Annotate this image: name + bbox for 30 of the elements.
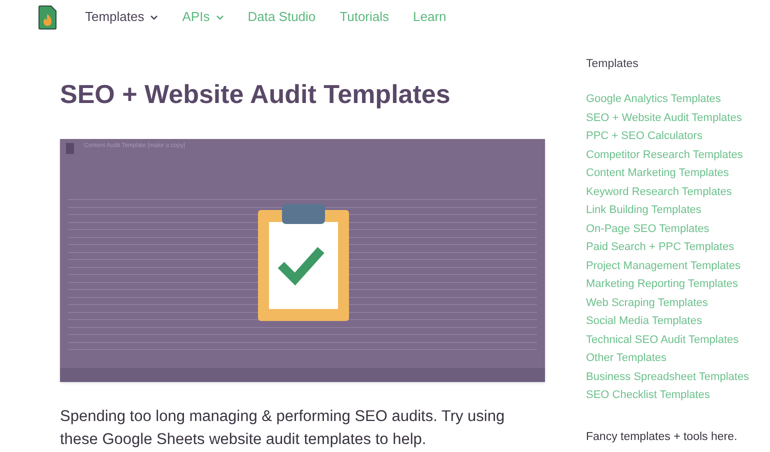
clipboard-check-icon bbox=[257, 204, 350, 322]
sidebar-link[interactable]: Link Building Templates bbox=[586, 201, 702, 220]
sidebar-link[interactable]: Project Management Templates bbox=[586, 256, 740, 275]
sidebar-link[interactable]: Keyword Research Templates bbox=[586, 182, 732, 201]
logo-icon[interactable] bbox=[38, 4, 57, 30]
nav-link[interactable]: Learn bbox=[413, 7, 446, 27]
page-heading: SEO + Website Audit Templates bbox=[60, 78, 452, 110]
sidebar-link[interactable]: On-Page SEO Templates bbox=[586, 220, 710, 238]
sidebar-link[interactable]: Google Analytics Templates bbox=[586, 90, 721, 108]
sidebar-link[interactable]: Technical SEO Audit Templates bbox=[586, 330, 739, 349]
sidebar-link[interactable]: SEO Checklist Templates bbox=[586, 386, 710, 404]
nav-link[interactable]: APIs bbox=[182, 7, 224, 27]
chevron-down-icon bbox=[150, 14, 158, 20]
chevron-down-icon bbox=[216, 14, 224, 20]
sidebar-link[interactable]: Social Media Templates bbox=[586, 312, 702, 330]
intro-paragraph: Spending too long managing & performing SEO audits. Try using these Google Sheets website audit templates to help. bbox=[60, 407, 506, 450]
sidebar-link[interactable]: Competitor Research Templates bbox=[586, 146, 743, 164]
sidebar-heading: Templates bbox=[586, 57, 640, 72]
sidebar-link[interactable]: Web Scraping Templates bbox=[586, 294, 708, 312]
nav-link[interactable]: Tutorials bbox=[340, 7, 390, 27]
sidebar-link[interactable]: Business Spreadsheet Templates bbox=[586, 368, 750, 386]
sidebar-link[interactable]: SEO + Website Audit Templates bbox=[586, 108, 742, 127]
sidebar-link[interactable]: Content Marketing Templates bbox=[586, 164, 729, 182]
sidebar-link[interactable]: Other Templates bbox=[586, 349, 667, 368]
sidebar-link[interactable]: Paid Search + PPC Templates bbox=[586, 238, 734, 256]
nav-link[interactable]: Templates bbox=[85, 7, 158, 27]
nav-link[interactable]: Data Studio bbox=[248, 7, 316, 27]
sidebar-link[interactable]: PPC + SEO Calculators bbox=[586, 127, 702, 146]
sidebar-footer-text: Fancy templates + tools here. bbox=[586, 430, 738, 444]
sidebar-link[interactable]: Marketing Reporting Templates bbox=[586, 275, 738, 294]
